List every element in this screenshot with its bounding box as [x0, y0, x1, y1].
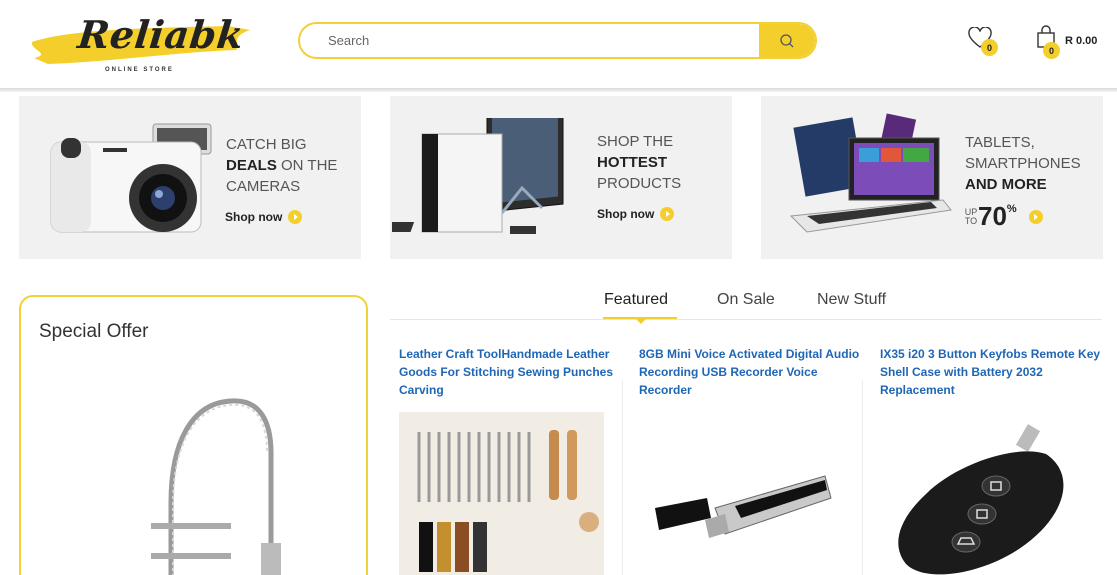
tab-new-stuff[interactable]: New Stuff — [817, 291, 886, 309]
wishlist-count-badge: 0 — [981, 39, 998, 56]
banner-line: TABLETS, — [965, 134, 1035, 151]
logo-wordmark: Reliabk — [75, 12, 247, 57]
shop-now-label: Shop now — [225, 210, 283, 224]
banner-line: DEALS ON THE — [226, 155, 337, 176]
banner-tablets-text: TABLETS, SMARTPHONES AND MORE — [965, 132, 1081, 195]
product-image[interactable] — [886, 424, 1086, 575]
shop-now-label: Shop now — [597, 207, 655, 221]
site-logo[interactable]: Reliabk ONLINE STORE — [28, 8, 256, 80]
search-icon — [780, 33, 794, 47]
arrow-circle-icon[interactable] — [1028, 209, 1043, 224]
product-card[interactable]: IX35 i20 3 Button Keyfobs Remote Key She… — [871, 322, 1111, 575]
banner-line: SHOP THE — [597, 133, 674, 150]
banner-bold: DEALS — [226, 157, 277, 174]
special-offer-card[interactable]: Special Offer — [19, 295, 368, 575]
column-divider — [862, 380, 863, 575]
product-title-link[interactable]: 8GB Mini Voice Activated Digital Audio R… — [639, 345, 864, 399]
product-tabs: Featured On Sale New Stuff — [390, 286, 1102, 322]
promo-banner-tablets[interactable]: TABLETS, SMARTPHONES AND MORE UP TO 70 % — [761, 96, 1103, 259]
product-title-link[interactable]: IX35 i20 3 Button Keyfobs Remote Key She… — [880, 345, 1105, 399]
banner-hottest-text: SHOP THE HOTTEST PRODUCTS — [597, 131, 681, 194]
discount-value: 70 — [978, 201, 1007, 231]
search-button[interactable] — [759, 24, 815, 57]
cart-total: R 0.00 — [1065, 35, 1098, 47]
tabs-divider — [390, 319, 1102, 320]
promo-banner-hottest[interactable]: SHOP THE HOTTEST PRODUCTS Shop now — [390, 96, 732, 259]
banner-rest: ON THE — [276, 157, 338, 174]
wishlist-button[interactable]: 0 — [968, 27, 1002, 61]
discount-upto-label: UP TO — [964, 206, 978, 226]
tab-featured[interactable]: Featured — [604, 291, 668, 309]
computer-image — [392, 118, 564, 234]
banner-line: CATCH BIG — [226, 136, 307, 153]
banner-line: SMARTPHONES — [965, 155, 1081, 172]
arrow-circle-icon — [660, 207, 675, 221]
search-bar — [298, 22, 817, 59]
product-title-link[interactable]: Leather Craft ToolHandmade Leather Goods… — [399, 345, 624, 399]
discount-percent: UP TO 70 % — [964, 201, 1043, 232]
camera-image — [50, 123, 212, 233]
header-divider — [0, 88, 1117, 92]
product-card[interactable]: 8GB Mini Voice Activated Digital Audio R… — [630, 322, 870, 575]
discount-percent-sign: % — [1006, 203, 1017, 215]
banner-line: PRODUCTS — [597, 175, 682, 192]
product-image[interactable] — [399, 412, 604, 575]
banner-line: HOTTEST — [597, 152, 681, 173]
product-card[interactable]: Leather Craft ToolHandmade Leather Goods… — [390, 322, 630, 575]
product-image[interactable] — [645, 468, 845, 558]
arrow-circle-icon — [288, 210, 303, 224]
tablets-image — [789, 113, 952, 233]
banner-line: AND MORE — [965, 174, 1081, 195]
banner-cameras-text: CATCH BIG DEALS ON THE CAMERAS — [226, 134, 337, 197]
tab-on-sale[interactable]: On Sale — [717, 291, 775, 309]
search-input[interactable] — [300, 24, 760, 57]
site-header: Reliabk ONLINE STORE 0 0 R 0.00 — [0, 0, 1117, 88]
cart-count-badge: 0 — [1043, 42, 1060, 59]
cart-button[interactable]: 0 R 0.00 — [1030, 25, 1115, 61]
banner-bold: HOTTEST — [597, 154, 667, 171]
promo-banner-cameras[interactable]: CATCH BIG DEALS ON THE CAMERAS Shop now — [19, 96, 361, 259]
shop-now-link[interactable]: Shop now — [597, 207, 675, 221]
banner-bold: AND MORE — [965, 176, 1047, 193]
special-offer-title: Special Offer — [39, 321, 149, 342]
column-divider — [622, 380, 623, 575]
faucet-image — [151, 398, 281, 575]
logo-subtitle: ONLINE STORE — [105, 67, 174, 73]
shop-now-link[interactable]: Shop now — [225, 210, 303, 224]
banner-line: CAMERAS — [226, 178, 301, 195]
